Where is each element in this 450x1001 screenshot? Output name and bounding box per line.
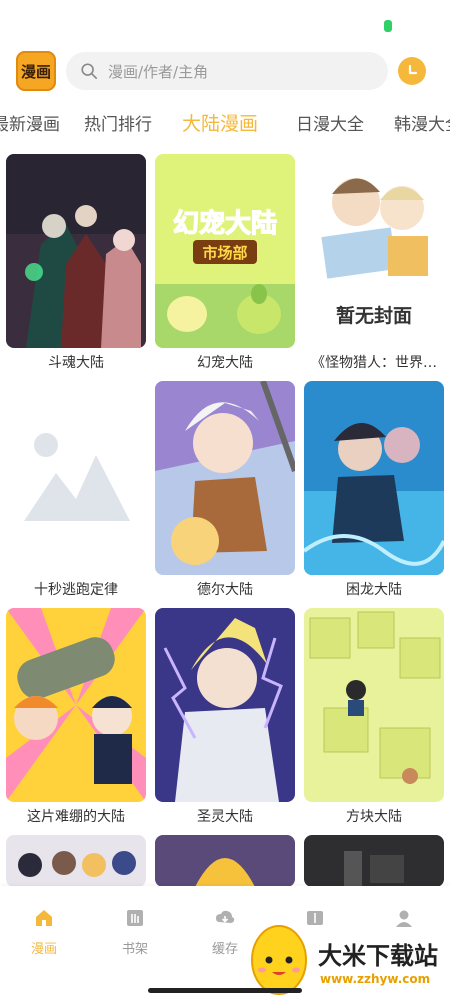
tab-hot-ranking[interactable]: 热门排行 — [84, 110, 152, 135]
watermark-url: www.zzhyw.com — [320, 972, 431, 986]
tab-japanese[interactable]: 日漫大全 — [296, 110, 364, 135]
header: 漫画 漫画/作者/主角 — [0, 50, 450, 94]
comic-cover[interactable] — [6, 381, 146, 575]
nav-comics[interactable]: 漫画 — [14, 908, 74, 957]
history-button[interactable] — [398, 57, 426, 85]
cover-image — [155, 608, 295, 802]
comic-card[interactable]: 圣灵大陆 — [155, 608, 295, 825]
comic-card[interactable]: 十秒逃跑定律 — [6, 381, 146, 598]
watermark-title: 大米下载站 — [318, 942, 438, 970]
cover-image — [6, 608, 146, 802]
search-icon — [81, 63, 98, 80]
cover-image — [304, 608, 444, 802]
comic-cover[interactable] — [155, 835, 295, 887]
search-input[interactable]: 漫画/作者/主角 — [66, 52, 388, 90]
comic-card[interactable]: 斗魂大陆 — [6, 154, 146, 371]
clock-icon — [408, 64, 418, 75]
comic-cover[interactable] — [304, 381, 444, 575]
comic-title: 幻宠大陆 — [197, 355, 253, 371]
nav-label: 漫画 — [30, 942, 57, 957]
status-bar — [0, 0, 450, 44]
cover-image — [304, 381, 444, 575]
comic-cover[interactable] — [6, 835, 146, 887]
comic-card[interactable]: 德尔大陆 — [155, 381, 295, 598]
comic-cover[interactable]: 幻宠大陆 市场部 — [155, 154, 295, 348]
nav-label: 缓存 — [211, 942, 238, 957]
comic-cover[interactable] — [6, 154, 146, 348]
cover-image — [155, 835, 295, 887]
egg-mascot-icon — [251, 925, 307, 995]
comic-title: 《怪物猎人：世界… — [311, 355, 437, 371]
home-indicator[interactable] — [148, 988, 302, 993]
no-cover-text: 暂无封面 — [336, 304, 412, 327]
comic-cover[interactable] — [155, 608, 295, 802]
comic-cover[interactable]: 暂无封面 — [304, 154, 444, 348]
comic-title: 十秒逃跑定律 — [34, 582, 118, 598]
comic-card[interactable]: 幻宠大陆 市场部 幻宠大陆 — [155, 154, 295, 371]
comic-card[interactable]: 困龙大陆 — [304, 381, 444, 598]
bookshelf-icon — [127, 910, 143, 926]
cover-image — [6, 154, 146, 348]
comic-title: 圣灵大陆 — [197, 809, 253, 825]
battery-icon — [384, 20, 392, 32]
cover-image: 暂无封面 — [304, 154, 444, 348]
comic-card[interactable] — [155, 835, 295, 887]
comic-cover[interactable] — [6, 608, 146, 802]
cover-title: 幻宠大陆 — [173, 208, 277, 239]
tab-korean[interactable]: 韩漫大全 — [394, 110, 450, 135]
cover-image — [304, 835, 444, 887]
comic-card[interactable]: 方块大陆 — [304, 608, 444, 825]
comic-title: 方块大陆 — [346, 809, 402, 825]
comic-cover[interactable] — [304, 608, 444, 802]
nav-cache[interactable]: 缓存 — [195, 908, 255, 957]
comic-cover[interactable] — [155, 381, 295, 575]
comic-card[interactable]: 这片难绷的大陆 — [6, 608, 146, 825]
home-icon — [36, 910, 52, 926]
tab-mainland[interactable]: 大陆漫画 — [182, 109, 258, 136]
cover-image — [6, 835, 146, 887]
cover-subtitle: 市场部 — [202, 244, 247, 262]
comic-card[interactable]: 暂无封面 《怪物猎人：世界… — [304, 154, 444, 371]
tab-latest[interactable]: 最新漫画 — [0, 110, 60, 135]
comic-title: 斗魂大陆 — [48, 355, 104, 371]
cover-image: 幻宠大陆 市场部 — [155, 154, 295, 348]
comic-title: 这片难绷的大陆 — [27, 809, 125, 825]
comic-title: 困龙大陆 — [346, 582, 402, 598]
comic-title: 德尔大陆 — [197, 582, 253, 598]
nav-bookshelf[interactable]: 书架 — [105, 908, 165, 957]
search-placeholder: 漫画/作者/主角 — [108, 62, 209, 81]
cover-image — [155, 381, 295, 575]
comic-card[interactable] — [6, 835, 146, 887]
category-tabs: 最新漫画 热门排行 大陆漫画 日漫大全 韩漫大全 — [0, 104, 450, 144]
download-icon — [216, 910, 235, 923]
comic-cover[interactable] — [304, 835, 444, 887]
nav-label: 书架 — [121, 942, 148, 957]
placeholder-image-icon — [6, 381, 146, 575]
comic-card[interactable] — [304, 835, 444, 887]
logo-text: 漫画 — [20, 62, 51, 81]
app-logo[interactable]: 漫画 — [16, 51, 56, 91]
